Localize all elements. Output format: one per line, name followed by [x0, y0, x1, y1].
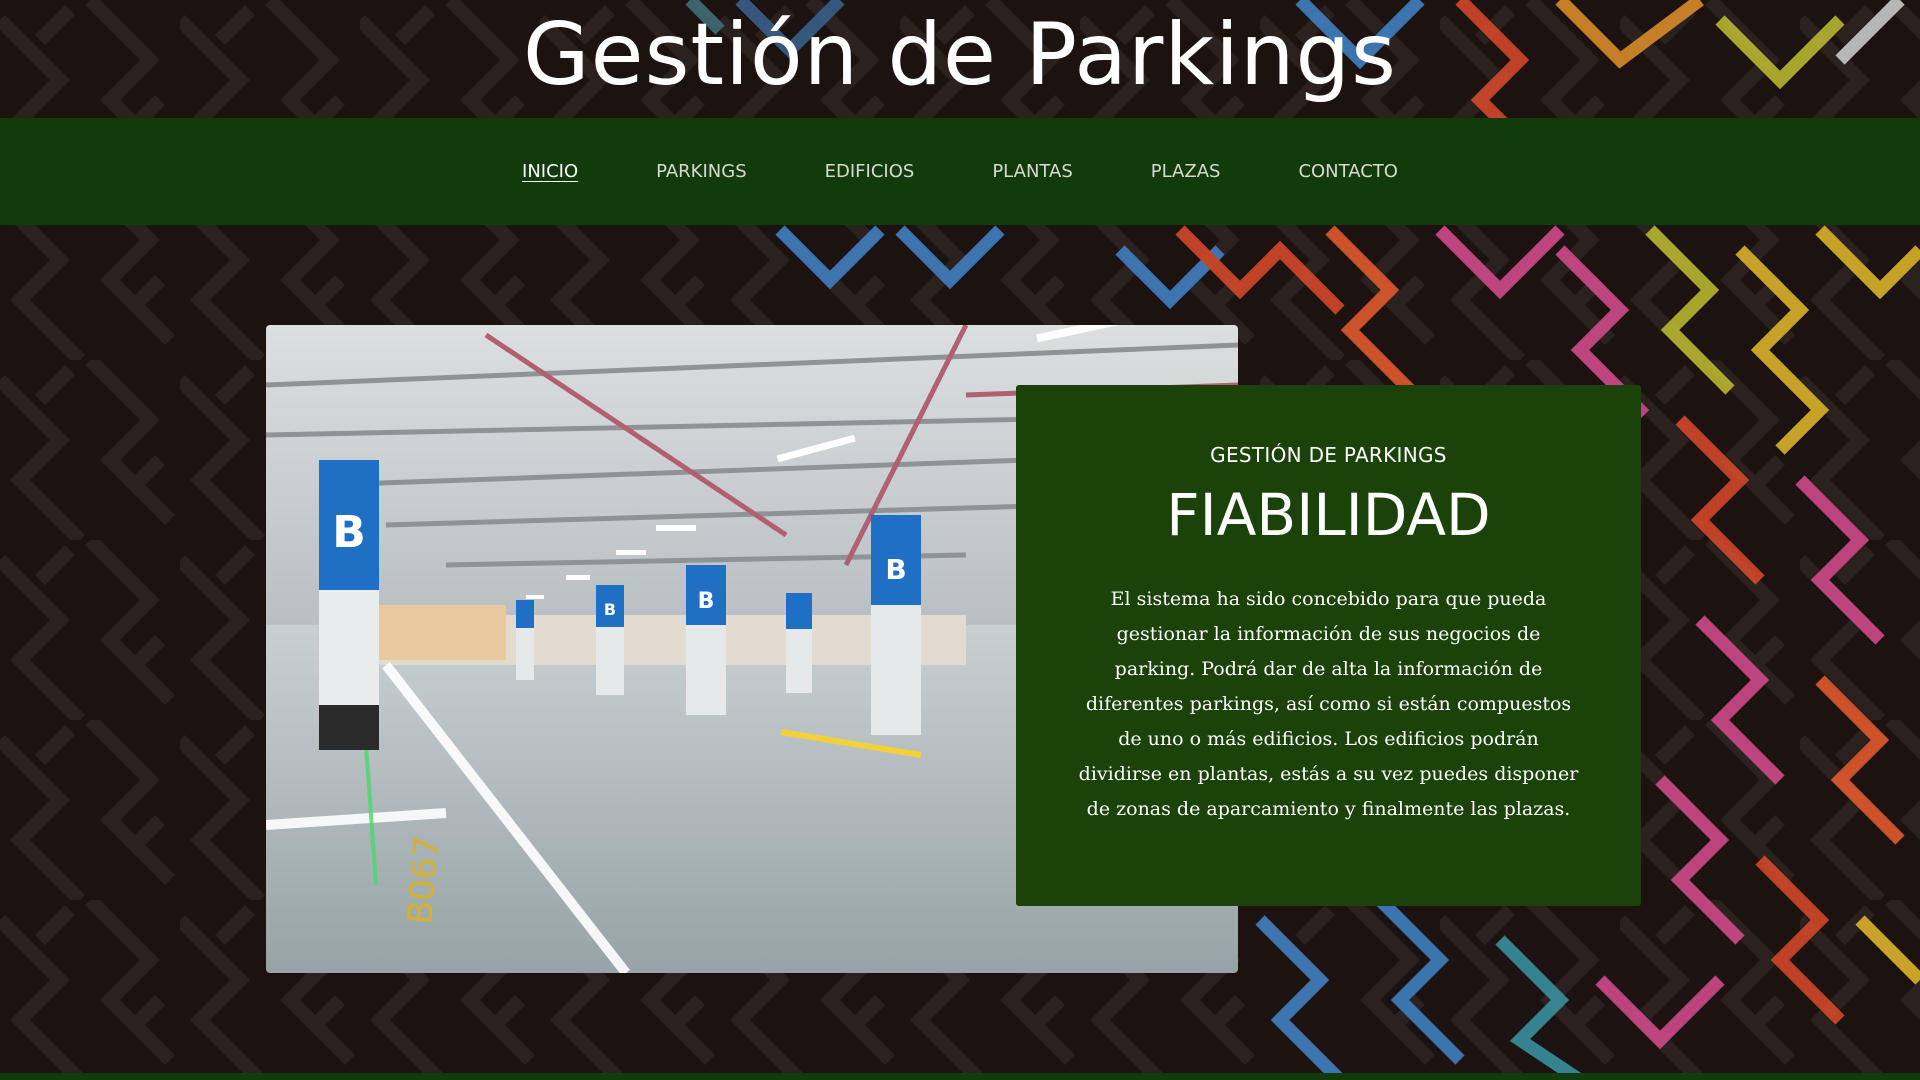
pillar-sign: B — [885, 553, 906, 586]
floor-marking: B067 — [400, 834, 448, 925]
nav-item-plazas[interactable]: PLAZAS — [1151, 161, 1221, 182]
main-navigation: INICIO PARKINGS EDIFICIOS PLANTAS PLAZAS… — [0, 118, 1920, 225]
pillar-sign: B — [604, 600, 616, 619]
pillar-sign: B — [332, 507, 366, 558]
card-kicker: GESTIÓN DE PARKINGS — [1210, 443, 1447, 467]
nav-item-parkings[interactable]: PARKINGS — [656, 161, 746, 182]
info-card: GESTIÓN DE PARKINGS FIABILIDAD El sistem… — [1016, 385, 1641, 906]
footer-strip — [0, 1073, 1920, 1080]
nav-item-edificios[interactable]: EDIFICIOS — [825, 161, 915, 182]
pillar-sign: B — [698, 589, 715, 614]
card-title: FIABILIDAD — [1166, 481, 1491, 549]
site-title: Gestión de Parkings — [523, 5, 1397, 105]
nav-item-contacto[interactable]: CONTACTO — [1298, 161, 1398, 182]
nav-item-inicio[interactable]: INICIO — [522, 161, 578, 182]
card-description: El sistema ha sido concebido para que pu… — [1078, 588, 1579, 820]
nav-menu: INICIO PARKINGS EDIFICIOS PLANTAS PLAZAS… — [0, 118, 1920, 225]
nav-item-plantas[interactable]: PLANTAS — [992, 161, 1072, 182]
